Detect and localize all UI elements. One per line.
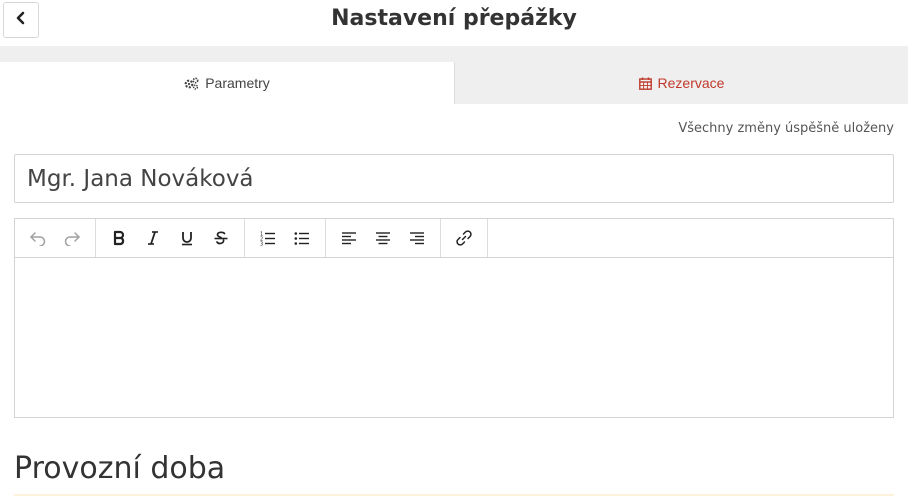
ordered-list-icon: 123: [260, 230, 276, 246]
tab-label: Rezervace: [657, 75, 725, 91]
section-divider: [14, 494, 894, 496]
align-left-button[interactable]: [332, 223, 366, 253]
page-title: Nastavení přepážky: [331, 6, 577, 31]
align-right-button[interactable]: [400, 223, 434, 253]
undo-icon: [29, 230, 47, 246]
tab-bar: Parametry Rezervace: [0, 46, 908, 104]
italic-button[interactable]: [136, 223, 170, 253]
name-input[interactable]: [14, 154, 894, 203]
align-center-icon: [375, 231, 391, 245]
editor-toolbar: 123: [15, 219, 893, 258]
bullet-list-button[interactable]: [285, 223, 319, 253]
tab-parametry[interactable]: Parametry: [0, 62, 455, 104]
section-title: Provozní doba: [14, 451, 226, 486]
strikethrough-button[interactable]: [204, 223, 238, 253]
bold-icon: [112, 230, 126, 246]
bullet-list-icon: [294, 230, 310, 246]
align-group: [326, 219, 441, 257]
link-group: [441, 219, 488, 257]
cogs-icon: [184, 76, 199, 90]
link-icon: [455, 229, 473, 247]
tab-label: Parametry: [205, 75, 270, 91]
align-left-icon: [341, 231, 357, 245]
link-button[interactable]: [447, 223, 481, 253]
back-button[interactable]: [3, 2, 39, 38]
format-group: [96, 219, 245, 257]
tab-rezervace[interactable]: Rezervace: [455, 62, 908, 104]
history-group: [15, 219, 96, 257]
editor-content[interactable]: [15, 258, 893, 417]
undo-button[interactable]: [21, 223, 55, 253]
align-center-button[interactable]: [366, 223, 400, 253]
list-group: 123: [245, 219, 326, 257]
ordered-list-button[interactable]: 123: [251, 223, 285, 253]
rich-text-editor: 123: [14, 218, 894, 418]
align-right-icon: [409, 231, 425, 245]
bold-button[interactable]: [102, 223, 136, 253]
save-status: Všechny změny úspěšně uloženy: [678, 121, 894, 136]
underline-button[interactable]: [170, 223, 204, 253]
redo-icon: [63, 230, 81, 246]
underline-icon: [180, 230, 194, 246]
chevron-left-icon: [15, 11, 27, 30]
header: Nastavení přepážky: [0, 0, 908, 46]
italic-icon: [146, 230, 160, 246]
redo-button[interactable]: [55, 223, 89, 253]
svg-text:3: 3: [260, 242, 263, 247]
strikethrough-icon: [213, 230, 229, 246]
calendar-icon: [638, 77, 652, 90]
